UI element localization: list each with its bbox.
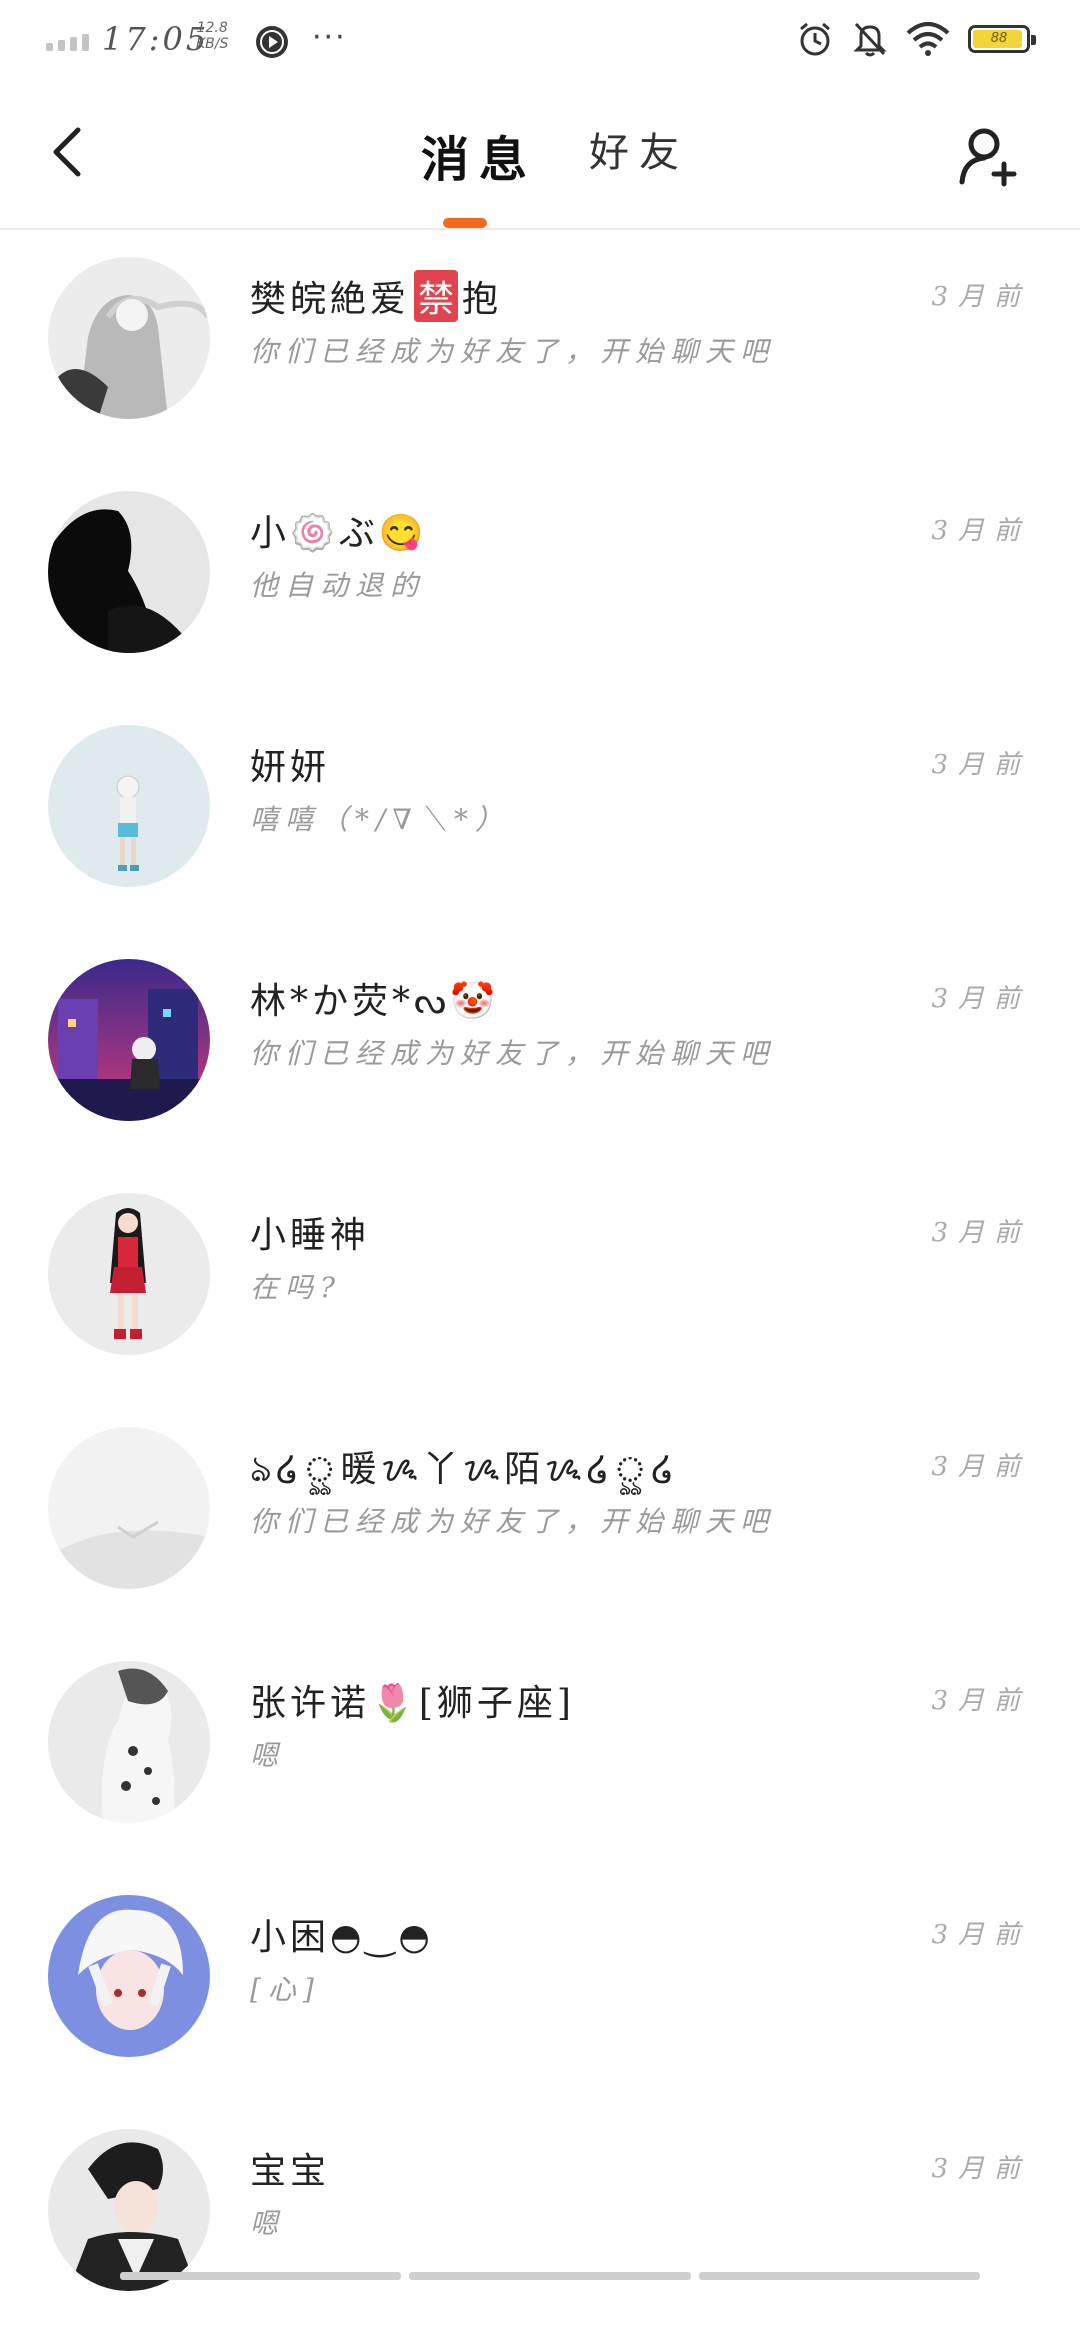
status-time: 17:05: [102, 20, 210, 58]
chat-time: 3月前: [931, 282, 1030, 312]
chat-preview: 他自动退的: [250, 569, 426, 602]
chat-name: 小困◓‿◓: [250, 1917, 434, 1958]
alarm-icon: [800, 22, 830, 56]
chat-list-item[interactable]: 妍妍 嘻嘻（*/∇＼*） 3月前: [0, 698, 1080, 932]
chat-list-item[interactable]: 林*か荧*ᔓ🤡 你们已经成为好友了，开始聊天吧 3月前: [0, 932, 1080, 1166]
chat-preview: [心]: [250, 1973, 321, 2006]
chat-list: 樊皖絶爱禁抱 你们已经成为好友了，开始聊天吧 3月前 小🍥ぶ😋 他自动退的 3月…: [0, 230, 1080, 2336]
status-bar: 17:05 12.8 KB/S ··· 88: [0, 0, 1080, 84]
chat-name: 林*か荧*ᔓ🤡: [250, 981, 499, 1022]
system-navigation-bar: [120, 2272, 980, 2280]
avatar[interactable]: [48, 959, 210, 1121]
add-friend-icon[interactable]: [956, 124, 1020, 188]
chat-name: 妍妍: [250, 747, 331, 788]
chat-list-item[interactable]: 小🍥ぶ😋 他自动退的 3月前: [0, 464, 1080, 698]
avatar[interactable]: [48, 1427, 210, 1589]
media-play-icon: [256, 26, 288, 58]
avatar[interactable]: [48, 725, 210, 887]
network-speed: 12.8 KB/S: [196, 20, 228, 52]
tab-friends[interactable]: 好友: [589, 120, 689, 190]
chat-name: 小🍥ぶ😋: [250, 513, 428, 554]
battery-icon: 88: [968, 25, 1036, 53]
chat-name: 樊皖絶爱禁抱: [250, 270, 502, 322]
avatar[interactable]: [48, 1193, 210, 1355]
avatar[interactable]: [48, 1895, 210, 2057]
chat-list-item[interactable]: 小睡神 在吗? 3月前: [0, 1166, 1080, 1400]
chat-time: 3月前: [931, 1920, 1030, 1950]
tab-bar: 消息 好友: [0, 120, 1080, 190]
chat-list-item[interactable]: ঌ໒ৣ暖ᝰ丫ᝰ陌ᝰ໒ৣ໒ 你们已经成为好友了，开始聊天吧 3月前: [0, 1400, 1080, 1634]
chat-name: 张许诺🌷[狮子座]: [250, 1683, 575, 1724]
chat-name: 宝宝: [250, 2151, 331, 2192]
chat-time: 3月前: [931, 516, 1030, 546]
network-speed-unit: KB/S: [196, 36, 229, 52]
network-speed-value: 12.8: [196, 20, 228, 36]
chat-preview: 你们已经成为好友了，开始聊天吧: [250, 1505, 776, 1538]
tab-messages[interactable]: 消息: [421, 120, 537, 190]
avatar[interactable]: [48, 2129, 210, 2291]
more-notifications-icon: ···: [312, 20, 347, 55]
chat-list-item[interactable]: 小困◓‿◓ [心] 3月前: [0, 1868, 1080, 2102]
chat-time: 3月前: [931, 1452, 1030, 1482]
battery-level: 88: [990, 31, 1008, 46]
chat-list-item[interactable]: 张许诺🌷[狮子座] 嗯 3月前: [0, 1634, 1080, 1868]
chat-preview: 你们已经成为好友了，开始聊天吧: [250, 335, 776, 368]
avatar[interactable]: [48, 257, 210, 419]
chat-preview: 嘻嘻（*/∇＼*）: [250, 803, 510, 836]
chat-preview: 在吗?: [250, 1271, 343, 1304]
chat-name: 小睡神: [250, 1215, 371, 1256]
chat-preview: 嗯: [250, 2207, 286, 2240]
mute-bell-icon: [853, 22, 887, 57]
chat-time: 3月前: [931, 1218, 1030, 1248]
chat-list-item[interactable]: 宝宝 嗯 3月前: [0, 2102, 1080, 2336]
chat-time: 3月前: [931, 1686, 1030, 1716]
chat-name: ঌ໒ৣ暖ᝰ丫ᝰ陌ᝰ໒ৣ໒: [250, 1449, 678, 1490]
chat-time: 3月前: [931, 984, 1030, 1014]
avatar[interactable]: [48, 491, 210, 653]
active-tab-indicator: [443, 218, 487, 228]
signal-icon: [46, 34, 89, 51]
wifi-icon: [906, 22, 950, 56]
prohibited-badge: 禁: [414, 270, 459, 322]
avatar[interactable]: [48, 1661, 210, 1823]
chat-list-item[interactable]: 樊皖絶爱禁抱 你们已经成为好友了，开始聊天吧 3月前: [0, 230, 1080, 464]
top-navigation: 消息 好友: [0, 84, 1080, 230]
chat-preview: 你们已经成为好友了，开始聊天吧: [250, 1037, 776, 1070]
chat-preview: 嗯: [250, 1739, 286, 1772]
chat-time: 3月前: [931, 750, 1030, 780]
chat-time: 3月前: [931, 2154, 1030, 2184]
